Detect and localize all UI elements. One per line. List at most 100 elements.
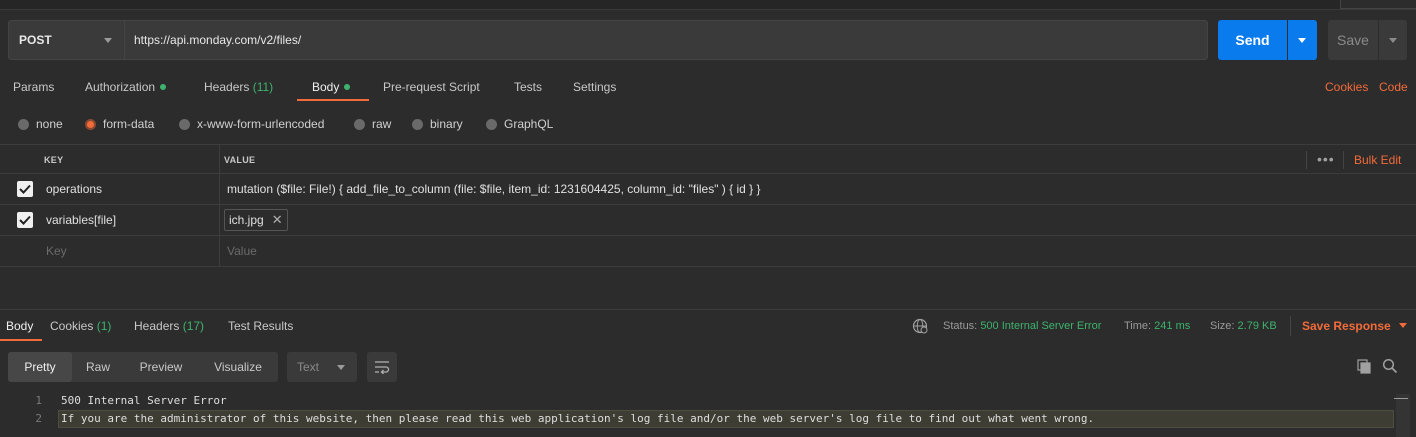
cookies-count: (1) <box>96 319 112 333</box>
save-response-label: Save Response <box>1302 319 1391 333</box>
radio-circle-icon <box>18 118 29 130</box>
line-text: If you are the administrator of this web… <box>61 412 1095 425</box>
bulk-edit-link[interactable]: Bulk Edit <box>1354 145 1401 175</box>
divider <box>1343 151 1344 169</box>
row-key[interactable]: variables[file] <box>46 205 116 235</box>
send-button[interactable]: Send <box>1218 20 1287 60</box>
radio-none[interactable]: none <box>18 112 63 136</box>
search-icon[interactable] <box>1382 358 1398 374</box>
method-label: POST <box>19 33 52 47</box>
format-label: Text <box>297 360 320 374</box>
divider <box>1290 316 1291 336</box>
chevron-down-icon <box>1298 38 1306 43</box>
send-options-button[interactable] <box>1288 20 1317 60</box>
close-icon[interactable]: ✕ <box>272 212 283 228</box>
code-link[interactable]: Code <box>1379 72 1408 102</box>
radio-graphql[interactable]: GraphQL <box>486 112 553 136</box>
scroll-marker <box>1394 398 1408 399</box>
view-pretty-button[interactable]: Pretty <box>8 352 72 382</box>
radio-label: binary <box>430 117 463 131</box>
method-select[interactable]: POST <box>8 20 124 60</box>
line-number: 1 <box>35 394 42 407</box>
row-checkbox[interactable] <box>17 181 33 197</box>
copy-icon[interactable] <box>1356 358 1372 374</box>
divider <box>1306 151 1307 169</box>
url-input[interactable]: https://api.monday.com/v2/files/ <box>124 20 1208 60</box>
size-value[interactable]: 2.79 KB <box>1238 320 1277 332</box>
value-column-header: VALUE <box>224 155 256 165</box>
radio-selected-icon <box>85 118 96 130</box>
pane-divider[interactable] <box>0 309 1416 310</box>
body-type-radios: none form-data x-www-form-urlencoded raw… <box>0 112 700 136</box>
row-key[interactable]: operations <box>46 174 102 204</box>
view-preview-button[interactable]: Preview <box>124 352 198 382</box>
radio-raw[interactable]: raw <box>354 112 391 136</box>
radio-form-data[interactable]: form-data <box>85 112 154 136</box>
radio-urlencoded[interactable]: x-www-form-urlencoded <box>179 112 324 136</box>
chevron-down-icon <box>104 38 112 43</box>
checkmark-icon <box>19 215 31 225</box>
request-tabs: Params Authorization Headers (11) Body P… <box>0 72 1416 102</box>
response-tab-cookies[interactable]: Cookies (1) <box>50 312 111 340</box>
tab-prerequest-script[interactable]: Pre-request Script <box>383 72 480 102</box>
wrap-lines-button[interactable] <box>367 352 397 382</box>
row-checkbox[interactable] <box>17 212 33 228</box>
code-line: 2 If you are the administrator of this w… <box>0 410 1416 428</box>
line-number: 2 <box>35 412 42 425</box>
time-value[interactable]: 241 ms <box>1154 320 1190 332</box>
tab-headers[interactable]: Headers (11) <box>204 72 273 102</box>
scrollbar[interactable] <box>1396 394 1410 437</box>
size-info: Size: 2.79 KB <box>1210 312 1277 340</box>
tab-label: Body <box>312 80 340 94</box>
format-select[interactable]: Text <box>287 352 357 382</box>
response-tab-headers[interactable]: Headers (17) <box>134 312 204 340</box>
response-tab-test-results[interactable]: Test Results <box>228 312 293 340</box>
chevron-down-icon <box>1398 323 1407 328</box>
save-response-button[interactable]: Save Response <box>1302 312 1407 340</box>
tab-corner <box>1340 0 1416 9</box>
cookies-link[interactable]: Cookies <box>1325 72 1368 102</box>
radio-circle-icon <box>412 118 423 130</box>
column-divider <box>219 205 220 235</box>
save-button[interactable]: Save <box>1328 20 1378 60</box>
key-column-header: KEY <box>44 155 64 165</box>
row-value[interactable]: mutation ($file: File!) { add_file_to_co… <box>227 174 760 204</box>
column-divider <box>219 174 220 204</box>
radio-circle-icon <box>179 118 190 130</box>
view-visualize-button[interactable]: Visualize <box>198 352 278 382</box>
tab-tests[interactable]: Tests <box>514 72 542 102</box>
time-label: Time: <box>1124 320 1152 332</box>
active-tab-underline <box>297 99 369 101</box>
status-label: Status: <box>943 320 978 332</box>
status-value[interactable]: 500 Internal Server Error <box>980 320 1101 332</box>
top-strip <box>0 0 1416 10</box>
globe-icon[interactable] <box>912 318 928 334</box>
tab-params[interactable]: Params <box>13 72 54 102</box>
more-options-icon[interactable]: ••• <box>1317 145 1335 175</box>
save-options-button[interactable] <box>1379 20 1407 60</box>
headers-count: (17) <box>182 319 205 333</box>
tab-body[interactable]: Body <box>312 72 351 102</box>
chevron-down-icon <box>1389 38 1397 43</box>
url-text: https://api.monday.com/v2/files/ <box>134 33 302 47</box>
tab-label: Headers <box>204 80 250 94</box>
checkmark-icon <box>19 184 31 194</box>
column-divider <box>219 145 220 173</box>
value-input[interactable]: Value <box>227 236 257 266</box>
radio-label: raw <box>372 117 392 131</box>
table-row-empty: Key Value <box>0 236 1416 267</box>
file-name: ich.jpg <box>229 213 264 227</box>
view-raw-button[interactable]: Raw <box>72 352 124 382</box>
tab-authorization[interactable]: Authorization <box>85 72 167 102</box>
radio-binary[interactable]: binary <box>412 112 463 136</box>
key-input[interactable]: Key <box>46 236 67 266</box>
chevron-down-icon <box>337 365 345 370</box>
file-chip: ich.jpg ✕ <box>224 209 288 231</box>
radio-circle-icon <box>354 118 365 130</box>
status-dot-icon <box>160 84 167 90</box>
response-tab-body[interactable]: Body <box>6 312 33 340</box>
response-tabs: Body Cookies (1) Headers (17) Test Resul… <box>0 312 1416 340</box>
tab-label: Authorization <box>85 80 156 94</box>
wrap-lines-icon <box>375 361 390 374</box>
tab-settings[interactable]: Settings <box>573 72 616 102</box>
